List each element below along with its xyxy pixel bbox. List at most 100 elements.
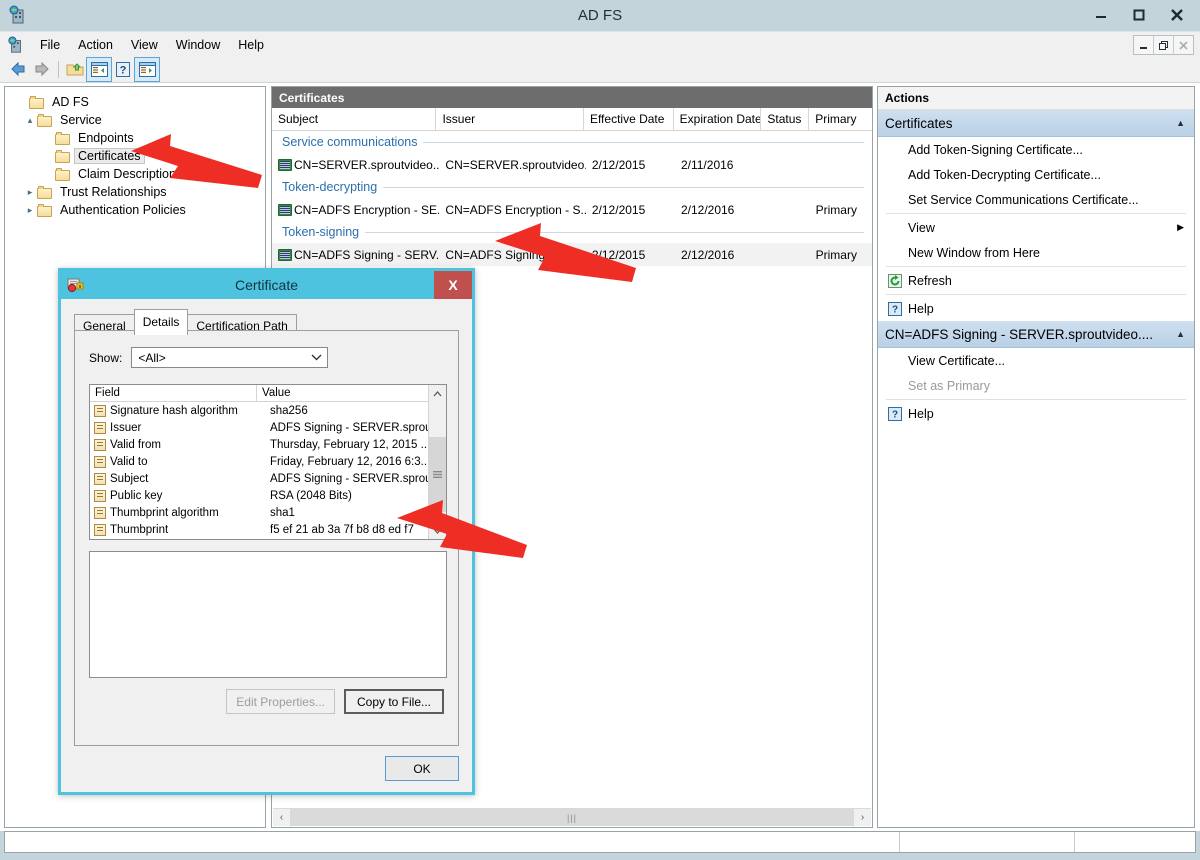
back-arrow-icon[interactable] — [6, 58, 30, 81]
tree-item-claim-descriptions[interactable]: Claim Descriptions — [5, 165, 265, 183]
list-item[interactable]: Thumbprint algorithm sha1 — [90, 504, 446, 521]
help-question-icon[interactable]: ? — [111, 58, 135, 81]
tree-item-certificates[interactable]: Certificates — [5, 147, 265, 165]
action-view[interactable]: View ▶ — [878, 215, 1194, 240]
twisty-expanded-icon[interactable]: ▴ — [23, 115, 37, 126]
column-header-status[interactable]: Status — [761, 108, 810, 130]
menu-help[interactable]: Help — [229, 35, 273, 55]
actions-section-label: CN=ADFS Signing - SERVER.sproutvideo.... — [885, 326, 1153, 342]
minimize-button[interactable] — [1082, 1, 1120, 29]
actions-section-header-selected-certificate[interactable]: CN=ADFS Signing - SERVER.sproutvideo....… — [878, 321, 1194, 348]
list-item[interactable]: Issuer ADFS Signing - SERVER.sprout... — [90, 419, 446, 436]
certificate-field-table[interactable]: Field Value Signature hash algorithm sha… — [89, 384, 447, 540]
list-group-header[interactable]: Token-decrypting — [272, 176, 872, 198]
menu-view[interactable]: View — [122, 35, 167, 55]
console-icon — [7, 35, 25, 54]
menu-window[interactable]: Window — [167, 35, 229, 55]
list-horizontal-scrollbar[interactable]: ‹ ||| › — [273, 808, 871, 826]
maximize-button[interactable] — [1120, 1, 1158, 29]
action-pane-icon[interactable] — [134, 56, 160, 82]
action-refresh[interactable]: Refresh — [878, 268, 1194, 293]
copy-to-file-button[interactable]: Copy to File... — [344, 689, 444, 714]
twisty-collapsed-icon[interactable]: ▸ — [23, 205, 37, 216]
action-help-selected-certificate[interactable]: ? Help — [878, 401, 1194, 426]
field-detail-value-box[interactable] — [89, 551, 447, 678]
column-header-primary[interactable]: Primary — [809, 108, 872, 130]
scroll-down-icon[interactable] — [429, 522, 446, 539]
list-item[interactable]: Valid from Thursday, February 12, 2015 .… — [90, 436, 446, 453]
close-button[interactable] — [1158, 1, 1196, 29]
column-header-value[interactable]: Value — [257, 385, 446, 401]
action-label: Set Service Communications Certificate..… — [908, 192, 1139, 207]
action-add-token-signing-certificate[interactable]: Add Token-Signing Certificate... — [878, 137, 1194, 162]
console-tree-icon[interactable] — [86, 56, 112, 82]
list-item[interactable]: Public key RSA (2048 Bits) — [90, 487, 446, 504]
statusbar-cell-tertiary — [1075, 832, 1195, 852]
list-item[interactable]: Subject ADFS Signing - SERVER.sprout... — [90, 470, 446, 487]
action-new-window-from-here[interactable]: New Window from Here — [878, 240, 1194, 265]
tree-item-service[interactable]: ▴ Service — [5, 111, 265, 129]
certificate-icon — [278, 203, 292, 216]
column-header-subject[interactable]: Subject — [272, 108, 437, 130]
list-group-header[interactable]: Service communications — [272, 131, 872, 153]
field-name: Public key — [110, 489, 163, 502]
actions-pane-title: Actions — [878, 87, 1194, 110]
mdi-minimize-button[interactable] — [1134, 36, 1154, 54]
tree-item-adfs[interactable]: AD FS — [5, 93, 265, 111]
twisty-collapsed-icon[interactable]: ▸ — [23, 187, 37, 198]
cell-subject: CN=ADFS Signing - SERV... — [294, 247, 440, 262]
mdi-close-button[interactable] — [1174, 36, 1193, 54]
up-folder-icon[interactable] — [63, 58, 87, 81]
forward-arrow-icon[interactable] — [30, 58, 54, 81]
tab-details[interactable]: Details — [133, 309, 189, 335]
cell-expiration-date: 2/11/2016 — [680, 157, 734, 172]
tree-item-authentication-policies[interactable]: ▸ Authentication Policies — [5, 201, 265, 219]
chevron-right-icon[interactable]: ▶ — [1177, 222, 1184, 233]
actions-section-label: Certificates — [885, 115, 953, 131]
action-set-service-communications-certificate[interactable]: Set Service Communications Certificate..… — [878, 187, 1194, 212]
statusbar — [4, 831, 1196, 853]
table-row[interactable]: CN=ADFS Encryption - SE... CN=ADFS Encry… — [272, 198, 872, 221]
menu-action[interactable]: Action — [69, 35, 122, 55]
scrollbar-thumb[interactable]: ||| — [290, 809, 854, 826]
cell-issuer: CN=ADFS Signing - SER... — [445, 247, 586, 262]
action-label: View — [908, 220, 935, 235]
list-item[interactable]: Signature hash algorithm sha256 — [90, 402, 446, 419]
actions-section-header-certificates[interactable]: Certificates ▲ — [878, 110, 1194, 137]
list-item[interactable]: Valid to Friday, February 12, 2016 6:3..… — [90, 453, 446, 470]
column-header-issuer[interactable]: Issuer — [436, 108, 584, 130]
dialog-close-button[interactable]: X — [434, 271, 472, 299]
chevron-up-icon[interactable]: ▲ — [1176, 118, 1185, 128]
action-help-certificates[interactable]: ? Help — [878, 296, 1194, 321]
chevron-up-icon[interactable]: ▲ — [1176, 329, 1185, 339]
column-header-effective-date[interactable]: Effective Date — [584, 108, 674, 130]
scrollbar-thumb[interactable] — [429, 437, 446, 512]
table-row[interactable]: CN=SERVER.sproutvideo.... CN=SERVER.spro… — [272, 153, 872, 176]
scroll-left-icon[interactable]: ‹ — [273, 809, 290, 826]
field-icon — [94, 455, 106, 468]
scroll-right-icon[interactable]: › — [854, 809, 871, 826]
cell-subject: CN=SERVER.sproutvideo.... — [294, 157, 440, 172]
certificate-dialog: Certificate X General Details Certificat… — [58, 268, 475, 795]
scroll-up-icon[interactable] — [429, 385, 446, 402]
scrollbar-grip: ||| — [566, 812, 577, 823]
tree-item-trust-relationships[interactable]: ▸ Trust Relationships — [5, 183, 265, 201]
scrollbar-track[interactable]: ||| — [290, 809, 854, 826]
action-add-token-decrypting-certificate[interactable]: Add Token-Decrypting Certificate... — [878, 162, 1194, 187]
chevron-down-icon[interactable] — [311, 353, 322, 363]
field-icon — [94, 438, 106, 451]
list-group-header[interactable]: Token-signing — [272, 221, 872, 243]
show-select[interactable]: <All> — [131, 347, 329, 368]
table-row[interactable]: CN=ADFS Signing - SERV... CN=ADFS Signin… — [272, 243, 872, 266]
list-item[interactable]: Thumbprint f5 ef 21 ab 3a 7f b8 d8 ed f7 — [90, 521, 446, 538]
action-view-certificate[interactable]: View Certificate... — [878, 348, 1194, 373]
field-table-scrollbar[interactable] — [428, 385, 446, 539]
tree-item-endpoints[interactable]: Endpoints — [5, 129, 265, 147]
field-name: Subject — [110, 472, 149, 485]
ok-button[interactable]: OK — [385, 756, 459, 781]
folder-icon — [37, 113, 53, 127]
column-header-expiration-date[interactable]: Expiration Date — [674, 108, 762, 130]
column-header-field[interactable]: Field — [90, 385, 257, 401]
mdi-restore-button[interactable] — [1154, 36, 1174, 54]
menu-file[interactable]: File — [31, 35, 69, 55]
